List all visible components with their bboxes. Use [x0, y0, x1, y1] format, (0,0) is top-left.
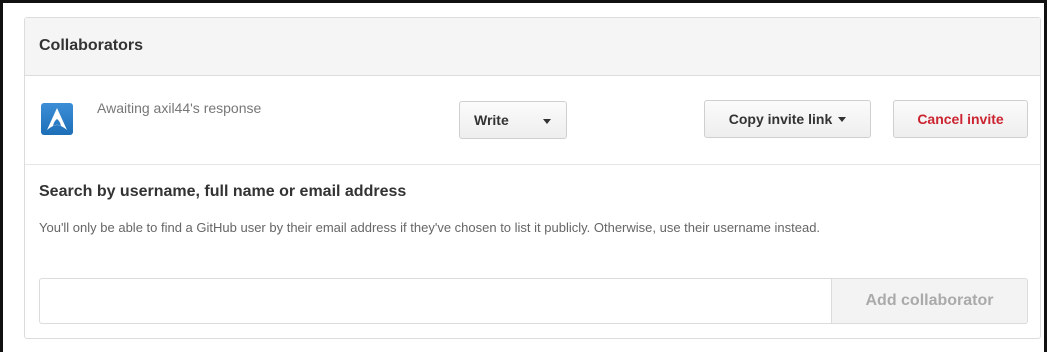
permission-label: Write — [474, 112, 509, 128]
add-collaborator-button[interactable]: Add collaborator — [831, 278, 1028, 324]
copy-invite-link-label: Copy invite link — [728, 111, 833, 127]
awaiting-response-text: Awaiting axil44's response — [97, 100, 262, 116]
search-help-text: You'll only be able to find a GitHub use… — [39, 220, 821, 235]
cancel-invite-button[interactable]: Cancel invite — [893, 100, 1028, 138]
chevron-down-icon — [543, 119, 551, 124]
chevron-down-icon — [838, 117, 847, 122]
panel-title: Collaborators — [39, 37, 144, 54]
collaborator-search-input[interactable] — [39, 278, 831, 324]
collaborators-panel: Collaborators Awaiting axil44's response… — [24, 17, 1041, 339]
panel-header: Collaborators — [25, 18, 1040, 76]
arch-logo-icon — [47, 108, 67, 130]
collaborator-row: Awaiting axil44's response Write Copy in… — [25, 76, 1040, 165]
avatar[interactable] — [41, 103, 73, 135]
permission-dropdown-button[interactable]: Write — [459, 101, 567, 139]
copy-invite-link-button[interactable]: Copy invite link — [704, 100, 871, 138]
search-section-title: Search by username, full name or email a… — [39, 183, 407, 200]
